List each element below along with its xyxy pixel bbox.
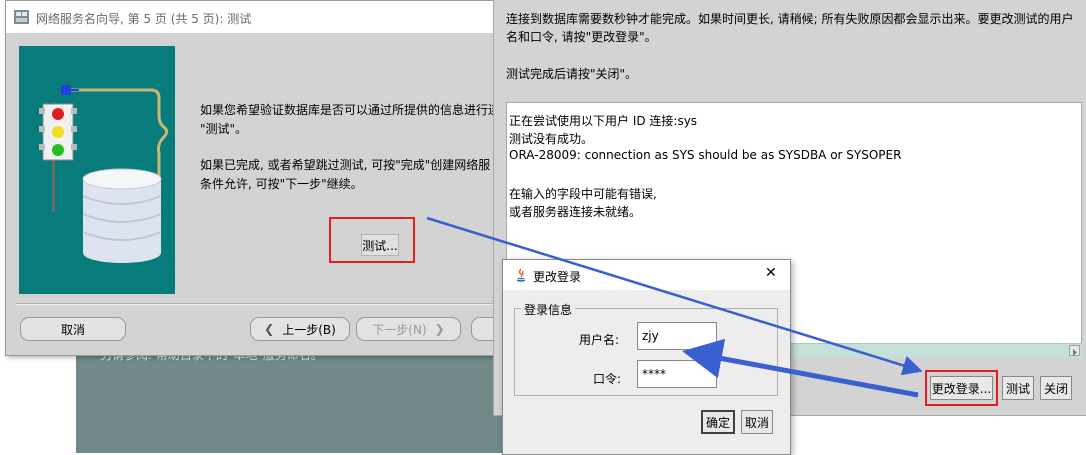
wizard-back-button[interactable]: ❮ 上一步(B) — [250, 317, 350, 341]
result-line: 在输入的字段中可能有错误, — [509, 187, 657, 201]
close-button[interactable]: 关闭 — [1040, 376, 1072, 400]
wizard-cancel-label: 取消 — [60, 322, 85, 337]
result-line: 测试没有成功。 — [509, 132, 594, 146]
wizard-cancel-button[interactable]: 取消 — [20, 317, 126, 341]
change-login-dialog: 更改登录 ✕ 登录信息 用户名: zjy 口令: **** 确定 取消 — [502, 259, 791, 455]
wizard-para1-line1: 如果您希望验证数据库是否可以通过所提供的信息进行连 — [200, 103, 501, 117]
traffic-light-database-icon — [39, 85, 169, 263]
wizard-next-label: 下一步(N) — [372, 322, 427, 337]
test-info-line1: 连接到数据库需要数秒钟才能完成。如果时间更长, 请稍候; 所有失败原因都会显示出… — [506, 12, 1074, 26]
result-line: 或者服务器连接未就绪。 — [509, 205, 642, 219]
database-traffic-light-illustration — [19, 46, 175, 294]
change-login-button[interactable]: 更改登录... — [930, 376, 993, 400]
test-info-line3: 测试完成后请按"关闭"。 — [506, 67, 638, 81]
username-input[interactable]: zjy — [637, 322, 717, 350]
test-button[interactable]: 测试 — [1002, 376, 1034, 400]
wizard-para2-line1: 如果已完成, 或者希望跳过测试, 可按"完成"创建网络服 — [200, 158, 491, 172]
net-service-wizard-window: 网络服务名向导, 第 5 页 (共 5 页): 测试 如果您希望验证数据库是否可… — [5, 0, 511, 356]
wizard-separator — [16, 303, 503, 305]
login-ok-button[interactable]: 确定 — [701, 410, 735, 434]
scroll-right-button[interactable] — [1069, 345, 1080, 356]
wizard-back-label: 上一步(B) — [282, 322, 336, 337]
password-label: 口令: — [593, 372, 622, 386]
close-icon[interactable]: ✕ — [765, 265, 777, 281]
wizard-para2-line2: 条件允许, 可按"下一步"继续。 — [200, 177, 363, 191]
wizard-titlebar[interactable]: 网络服务名向导, 第 5 页 (共 5 页): 测试 — [6, 1, 503, 34]
wizard-para1-line2: "测试"。 — [200, 122, 248, 136]
login-group-label: 登录信息 — [521, 301, 576, 318]
chevron-left-icon: ❮ — [264, 322, 275, 336]
arrow-right-icon — [1073, 349, 1077, 356]
password-input[interactable]: **** — [637, 360, 717, 388]
login-title: 更改登录 — [533, 270, 582, 284]
wizard-test-button[interactable]: 测试... — [361, 234, 399, 256]
wizard-title: 网络服务名向导, 第 5 页 (共 5 页): 测试 — [36, 12, 252, 26]
java-icon — [516, 268, 526, 282]
result-line: 正在尝试使用以下用户 ID 连接:sys — [509, 114, 698, 128]
test-info-line2: 名和口令, 请按"更改登录"。 — [506, 30, 657, 44]
login-cancel-button[interactable]: 取消 — [741, 410, 773, 434]
wizard-next-button[interactable]: 下一步(N) ❯ — [356, 317, 461, 341]
username-label: 用户名: — [579, 333, 620, 347]
chevron-right-icon: ❯ — [434, 322, 445, 336]
login-titlebar[interactable]: 更改登录 ✕ — [503, 260, 790, 290]
result-line: ORA-28009: connection as SYS should be a… — [509, 148, 902, 162]
oracle-app-icon — [14, 10, 29, 24]
